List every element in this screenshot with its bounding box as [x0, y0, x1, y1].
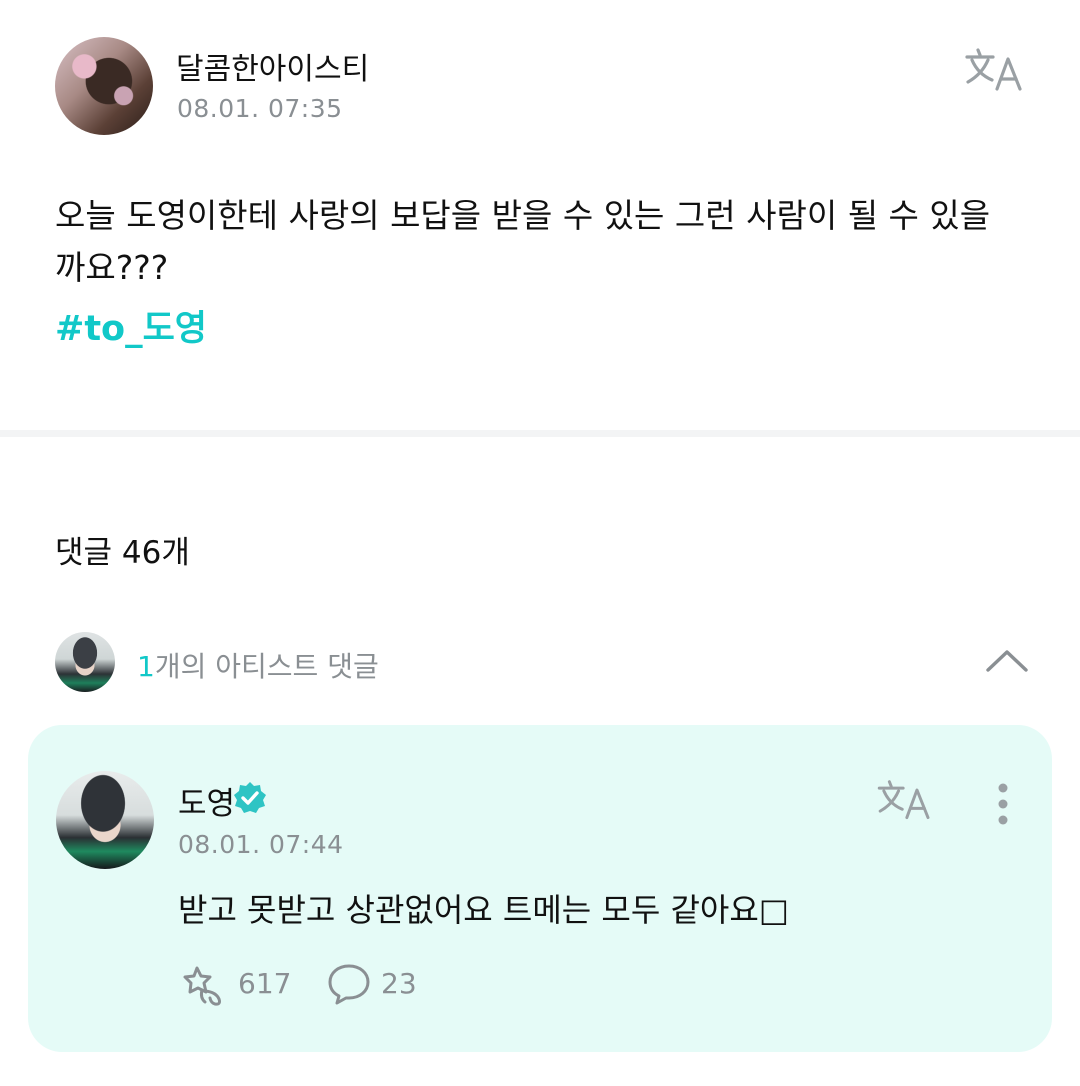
artist-comment-text: 받고 못받고 상관없어요 트메는 모두 같아요□ [178, 891, 790, 929]
author-avatar[interactable] [55, 37, 153, 135]
artist-comment-count: 1 [137, 650, 155, 683]
collapse-button[interactable] [985, 645, 1029, 675]
artist-comment-summary-text: 개의 아티스트 댓글 [154, 650, 379, 683]
like-button[interactable] [178, 962, 228, 1008]
more-vertical-icon [998, 783, 1008, 825]
like-icon [183, 966, 221, 1006]
comment-count-label: 댓글 46개 [55, 535, 190, 571]
reply-count: 23 [381, 967, 417, 1000]
comment-translate-button[interactable] [876, 778, 934, 828]
translate-icon [965, 48, 1022, 91]
artist-name[interactable]: 도영 [178, 778, 235, 823]
post-body-text: 오늘 도영이한테 사랑의 보답을 받을 수 있는 그런 사람이 될 수 있을까요… [55, 196, 991, 287]
post-hashtag[interactable]: #to_도영 [55, 300, 207, 351]
verified-badge-icon [234, 782, 266, 813]
author-name[interactable]: 달콤한아이스티 [176, 44, 369, 88]
section-divider [0, 430, 1080, 437]
artist-summary-avatar [55, 632, 115, 692]
more-options-button[interactable] [990, 780, 1016, 830]
reply-button[interactable] [326, 961, 372, 1007]
like-count: 617 [238, 967, 292, 1000]
post-timestamp: 08.01. 07:35 [177, 94, 343, 123]
reply-bubble-icon [328, 964, 370, 1005]
chevron-up-icon [986, 650, 1028, 672]
translate-icon [877, 780, 930, 820]
artist-comment-timestamp: 08.01. 07:44 [178, 830, 344, 859]
artist-avatar[interactable] [56, 771, 154, 869]
post-translate-button[interactable] [964, 46, 1026, 100]
artist-comment-summary[interactable]: 1개의 아티스트 댓글 [137, 645, 379, 685]
